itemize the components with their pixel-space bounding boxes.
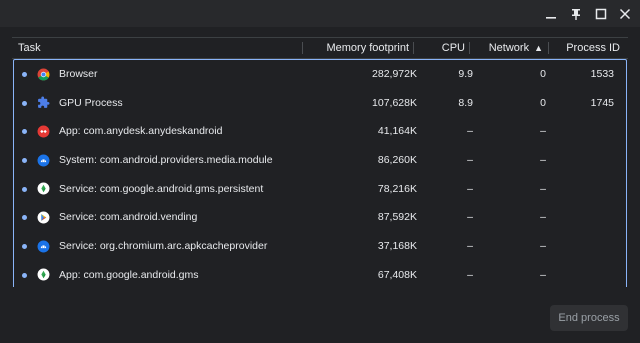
row-bullet [22, 129, 27, 135]
row-bullet [22, 100, 27, 106]
row-cpu: – [467, 211, 473, 224]
play-store-icon [36, 210, 50, 224]
row-memory: 37,168K [377, 240, 417, 253]
row-process-id [536, 203, 626, 232]
row-bullet [22, 215, 27, 221]
column-divider [548, 42, 549, 54]
row-process-id [536, 175, 626, 204]
maximize-icon[interactable] [591, 4, 611, 24]
row-cpu: – [467, 182, 473, 195]
table-row[interactable]: Service: com.android.vending 87,592K – – [14, 203, 626, 232]
row-memory: 282,972K [372, 68, 417, 80]
task-table: Task Memory footprint CPU Network ▲ Proce… [12, 37, 628, 287]
column-divider [302, 42, 303, 54]
column-header-network-label: Network [488, 42, 530, 54]
anydesk-icon [36, 124, 50, 138]
row-task-name: App: com.google.android.gms [59, 268, 199, 281]
row-cpu: – [467, 268, 473, 281]
row-process-id: 1745 [536, 89, 626, 118]
row-task-name: Service: com.google.android.gms.persiste… [59, 182, 264, 195]
column-header-task[interactable]: Task [18, 38, 41, 58]
play-services-icon [36, 268, 50, 282]
title-bar [0, 0, 640, 27]
row-bullet [22, 186, 27, 192]
column-header-memory[interactable]: Memory footprint [326, 38, 409, 58]
table-row[interactable]: Service: com.google.android.gms.persiste… [14, 175, 626, 204]
row-process-id [536, 232, 626, 261]
row-cpu: – [467, 125, 473, 138]
table-row[interactable]: App: com.anydesk.anydeskandroid 41,164K … [14, 117, 626, 146]
row-process-id [536, 146, 626, 175]
row-memory: 41,164K [377, 125, 417, 138]
row-process-id: 1533 [536, 60, 626, 89]
row-task-name: Browser [59, 68, 98, 80]
table-row[interactable]: GPU Process 107,628K 8.9 0 1745 [14, 89, 626, 118]
table-header: Task Memory footprint CPU Network ▲ Proce… [12, 38, 628, 59]
row-process-id-value: 1745 [590, 96, 614, 109]
row-memory: 107,628K [372, 96, 417, 109]
row-process-id [536, 117, 626, 146]
play-services-icon [36, 182, 50, 196]
row-task-name: GPU Process [59, 96, 123, 109]
row-cpu: 8.9 [458, 96, 473, 109]
column-header-process-id[interactable]: Process ID [566, 38, 620, 58]
table-row[interactable]: System: com.android.providers.media.modu… [14, 146, 626, 175]
row-process-id-value: 1533 [590, 68, 614, 80]
row-memory: 67,408K [377, 268, 417, 281]
puzzle-icon [36, 96, 50, 110]
android-system-icon [36, 239, 50, 253]
row-bullet [22, 272, 27, 278]
row-bullet [22, 72, 27, 77]
row-bullet [22, 244, 27, 250]
column-header-cpu[interactable]: CPU [442, 38, 465, 58]
row-cpu: – [467, 154, 473, 167]
table-row[interactable]: Service: org.chromium.arc.apkcacheprovid… [14, 232, 626, 261]
column-divider [469, 42, 470, 54]
row-cpu: 9.9 [458, 68, 473, 80]
row-cpu: – [467, 240, 473, 253]
chrome-icon [36, 67, 50, 81]
row-memory: 87,592K [377, 211, 417, 224]
table-row[interactable]: App: com.google.android.gms 67,408K – – [14, 261, 626, 287]
row-memory: 78,216K [377, 182, 417, 195]
row-task-name: App: com.anydesk.anydeskandroid [59, 125, 223, 138]
task-list[interactable]: Browser 282,972K 9.9 0 1533 GPU Process … [13, 59, 627, 287]
end-process-button[interactable]: End process [550, 305, 628, 331]
sort-ascending-icon: ▲ [534, 43, 543, 53]
row-process-id [536, 261, 626, 287]
minimize-icon[interactable] [541, 4, 561, 24]
row-task-name: Service: com.android.vending [59, 211, 198, 224]
row-bullet [22, 158, 27, 164]
close-icon[interactable] [615, 4, 635, 24]
row-task-name: Service: org.chromium.arc.apkcacheprovid… [59, 240, 268, 253]
column-divider [413, 42, 414, 54]
pin-icon[interactable] [566, 4, 586, 24]
table-row[interactable]: Browser 282,972K 9.9 0 1533 [14, 60, 626, 89]
android-system-icon [36, 153, 50, 167]
row-memory: 86,260K [377, 154, 417, 167]
row-task-name: System: com.android.providers.media.modu… [59, 154, 273, 167]
column-header-network[interactable]: Network ▲ [489, 38, 543, 58]
